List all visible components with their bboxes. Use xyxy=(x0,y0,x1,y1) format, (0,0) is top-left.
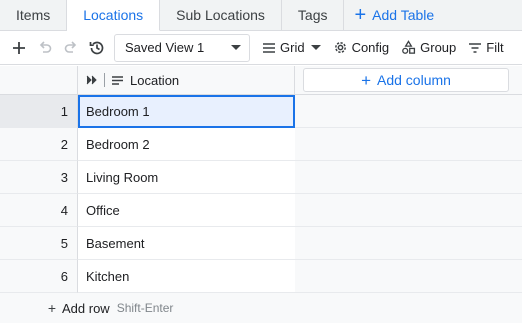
config-button[interactable]: Config xyxy=(327,34,396,62)
toolbar: Saved View 1 Grid Config Group Filt xyxy=(0,31,522,65)
add-record-button[interactable] xyxy=(6,33,32,63)
saved-view-label: Saved View 1 xyxy=(125,40,205,55)
empty-cell-area xyxy=(295,227,522,260)
grid-view-button[interactable]: Grid xyxy=(256,34,327,62)
caret-down-icon xyxy=(310,45,321,50)
undo-icon xyxy=(39,40,52,53)
group-button[interactable]: Group xyxy=(395,34,462,62)
group-label: Group xyxy=(420,40,457,55)
expand-chevron-icon xyxy=(86,75,97,85)
column-header-label: Location xyxy=(130,72,180,88)
history-button[interactable] xyxy=(84,33,110,63)
tab-label: Tags xyxy=(297,7,328,23)
table-tabs: Items Locations Sub Locations Tags + Add… xyxy=(0,0,522,31)
gear-icon xyxy=(334,42,346,53)
config-label: Config xyxy=(351,40,390,55)
row-number: 1 xyxy=(0,95,78,128)
location-cell[interactable]: Kitchen xyxy=(78,260,295,293)
column-header-location[interactable]: Location xyxy=(78,66,295,94)
plus-icon: + xyxy=(361,70,371,90)
table-row[interactable]: 6 Kitchen xyxy=(0,260,522,293)
add-row-button[interactable]: + Add row Shift-Enter xyxy=(0,293,522,323)
grid-corner-cell xyxy=(0,66,78,94)
location-cell[interactable]: Office xyxy=(78,194,295,227)
add-table-button[interactable]: + Add Table xyxy=(344,0,445,30)
table-row[interactable]: 4 Office xyxy=(0,194,522,227)
row-number: 2 xyxy=(0,128,78,161)
table-row[interactable]: 5 Basement xyxy=(0,227,522,260)
history-icon xyxy=(89,41,104,54)
plus-icon xyxy=(13,41,25,54)
row-number: 6 xyxy=(0,260,78,293)
lines-icon xyxy=(263,42,275,53)
location-cell[interactable]: Bedroom 1 xyxy=(78,95,295,128)
tab-items[interactable]: Items xyxy=(0,0,68,30)
plus-icon: + xyxy=(47,300,56,316)
row-number: 3 xyxy=(0,161,78,194)
table-row[interactable]: 1 Bedroom 1 xyxy=(0,95,522,128)
tab-tags[interactable]: Tags xyxy=(281,0,345,30)
text-field-icon xyxy=(112,75,123,85)
data-grid: Location + Add column 1 Bedroom 1 2 Bedr… xyxy=(0,66,522,323)
plus-icon: + xyxy=(354,4,367,26)
add-row-label: Add row xyxy=(62,300,110,316)
add-column-label: Add column xyxy=(377,72,451,88)
undo-button[interactable] xyxy=(32,33,58,63)
column-divider xyxy=(104,73,105,87)
saved-view-select[interactable]: Saved View 1 xyxy=(114,33,250,62)
tab-locations[interactable]: Locations xyxy=(67,0,161,31)
empty-cell-area xyxy=(295,95,522,128)
table-row[interactable]: 3 Living Room xyxy=(0,161,522,194)
grid-label: Grid xyxy=(280,40,305,55)
redo-icon xyxy=(64,40,77,53)
shapes-icon xyxy=(402,40,416,54)
empty-cell-area xyxy=(295,161,522,194)
filter-button[interactable]: Filt xyxy=(462,34,509,62)
tab-label: Locations xyxy=(83,7,144,23)
tab-label: Sub Locations xyxy=(176,7,265,23)
add-row-shortcut-hint: Shift-Enter xyxy=(116,301,174,315)
row-number: 4 xyxy=(0,194,78,227)
add-column-button[interactable]: + Add column xyxy=(303,68,509,92)
row-number: 5 xyxy=(0,227,78,260)
add-table-label: Add Table xyxy=(372,7,435,23)
caret-down-icon xyxy=(231,45,241,50)
empty-cell-area xyxy=(295,194,522,227)
filter-label: Filt xyxy=(486,40,504,55)
location-cell[interactable]: Bedroom 2 xyxy=(78,128,295,161)
empty-cell-area xyxy=(295,260,522,293)
tab-sub-locations[interactable]: Sub Locations xyxy=(160,0,282,30)
location-cell[interactable]: Basement xyxy=(78,227,295,260)
redo-button[interactable] xyxy=(58,33,84,63)
tab-label: Items xyxy=(16,7,51,23)
empty-cell-area xyxy=(295,128,522,161)
filter-icon xyxy=(469,42,482,53)
grid-header-row: Location + Add column xyxy=(0,66,522,95)
table-row[interactable]: 2 Bedroom 2 xyxy=(0,128,522,161)
location-cell[interactable]: Living Room xyxy=(78,161,295,194)
